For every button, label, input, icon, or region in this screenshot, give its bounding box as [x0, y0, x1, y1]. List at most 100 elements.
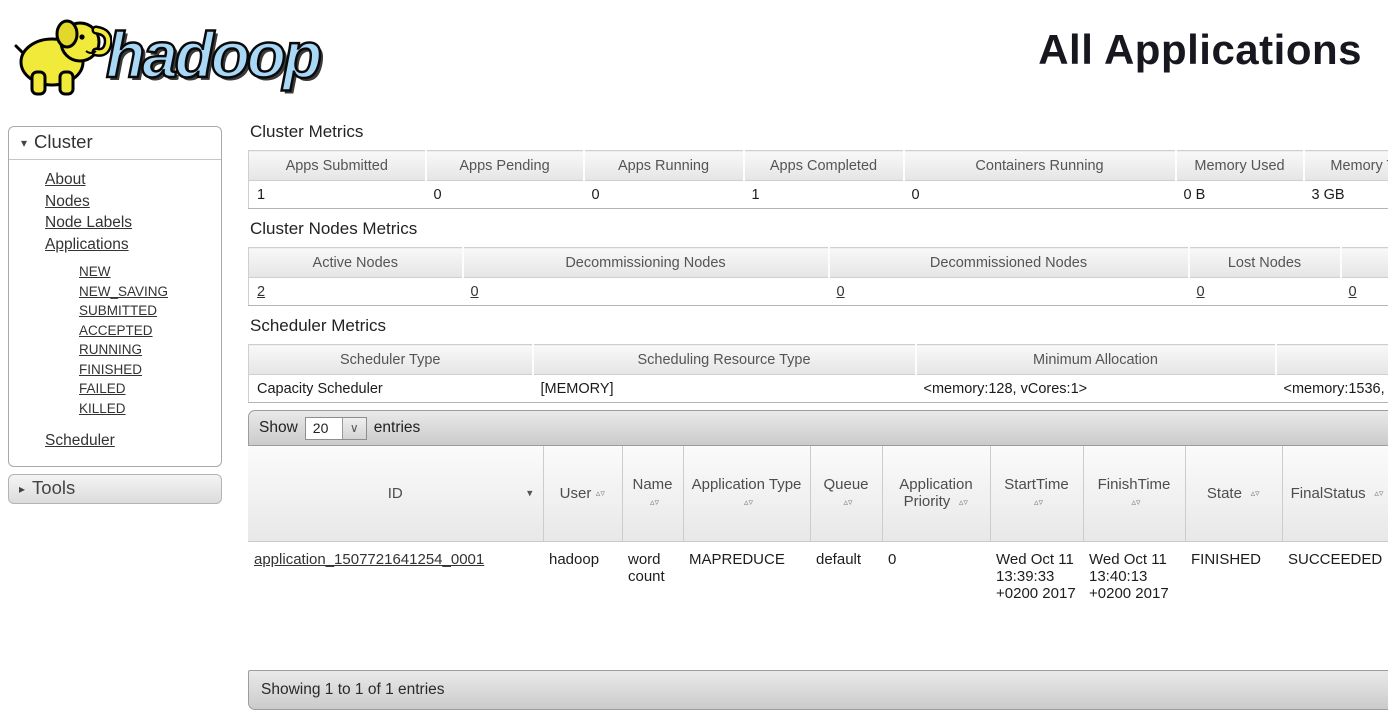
cluster-nodes-metrics-table: Active Nodes Decommissioning Nodes Decom…	[248, 247, 1388, 306]
entries-label: entries	[374, 419, 421, 437]
col-memory-used: Memory Used	[1176, 151, 1304, 181]
sort-icon: ▵▿	[595, 490, 605, 497]
yarn-all-applications-page: hadoop All Applications ▾ Cluster About N…	[0, 0, 1388, 712]
apps-running-value: 0	[584, 181, 744, 209]
decommissioned-nodes-link[interactable]: 0	[837, 284, 845, 300]
scheduler-metrics-value-row: Capacity Scheduler [MEMORY] <memory:128,…	[249, 375, 1388, 403]
tools-section-label: Tools	[32, 477, 75, 498]
cluster-nodes-value-row: 2 0 0 0 0	[249, 278, 1388, 306]
decommissioning-nodes-link[interactable]: 0	[471, 284, 479, 300]
show-label: Show	[259, 419, 298, 437]
application-id-link[interactable]: application_1507721641254_0001	[254, 551, 484, 568]
hadoop-elephant-icon	[8, 4, 112, 105]
col-header-state[interactable]: State ▵▿	[1185, 446, 1282, 541]
sidebar-item-scheduler[interactable]: Scheduler	[45, 432, 221, 450]
cluster-nav: About Nodes Node Labels Applications NEW…	[9, 160, 221, 418]
col-apps-submitted: Apps Submitted	[249, 151, 426, 181]
cluster-section-label: Cluster	[34, 131, 93, 152]
application-states-nav: NEW NEW_SAVING SUBMITTED ACCEPTED RUNNIN…	[79, 262, 221, 418]
sort-icon: ▵▿	[1131, 499, 1141, 506]
col-header-queue[interactable]: Queue ▵▿	[810, 446, 882, 541]
apps-pending-value: 0	[426, 181, 584, 209]
scheduler-type-value: Capacity Scheduler	[249, 375, 533, 403]
scheduler-metrics-table: Scheduler Type Scheduling Resource Type …	[248, 344, 1388, 403]
cluster-nodes-header-row: Active Nodes Decommissioning Nodes Decom…	[249, 248, 1388, 278]
apps-submitted-value: 1	[249, 181, 426, 209]
sidebar-item-applications[interactable]: Applications	[45, 234, 221, 256]
sort-desc-icon: ▾	[527, 487, 533, 500]
applications-table: ID▾ User▵▿ Name ▵▿ Application Type ▵▿ Q…	[248, 446, 1388, 664]
hadoop-logo: hadoop	[8, 4, 319, 105]
unhealthy-nodes-link[interactable]: 0	[1349, 284, 1357, 300]
sidebar: ▾ Cluster About Nodes Node Labels Applica…	[8, 126, 222, 504]
lost-nodes-link[interactable]: 0	[1197, 284, 1205, 300]
page-title: All Applications	[1038, 26, 1362, 74]
page-size-value: 20	[306, 418, 342, 439]
col-apps-pending: Apps Pending	[426, 151, 584, 181]
col-header-name[interactable]: Name ▵▿	[622, 446, 683, 541]
application-state: FINISHED	[1185, 541, 1282, 664]
showing-entries-text: Showing 1 to 1 of 1 entries	[261, 681, 445, 699]
containers-running-value: 0	[904, 181, 1176, 209]
col-apps-completed: Apps Completed	[744, 151, 904, 181]
application-finishtime: Wed Oct 11 13:40:13 +0200 2017	[1083, 541, 1185, 664]
caret-right-icon: ▸	[19, 482, 25, 496]
apps-completed-value: 1	[744, 181, 904, 209]
sidebar-item-state-submitted[interactable]: SUBMITTED	[79, 301, 221, 321]
col-scheduling-resource-type: Scheduling Resource Type	[533, 345, 916, 375]
col-decommissioning-nodes: Decommissioning Nodes	[463, 248, 829, 278]
active-nodes-link[interactable]: 2	[257, 284, 265, 300]
sidebar-item-nodes[interactable]: Nodes	[45, 191, 221, 213]
col-active-nodes: Active Nodes	[249, 248, 463, 278]
sort-icon: ▵▿	[843, 499, 853, 506]
memory-used-value: 0 B	[1176, 181, 1304, 209]
application-user: hadoop	[543, 541, 622, 664]
sidebar-item-node-labels[interactable]: Node Labels	[45, 212, 221, 234]
application-name: word count	[622, 541, 683, 664]
caret-down-icon: ▾	[21, 136, 27, 150]
sidebar-item-about[interactable]: About	[45, 169, 221, 191]
application-starttime: Wed Oct 11 13:39:33 +0200 2017	[990, 541, 1083, 664]
cluster-metrics-heading: Cluster Metrics	[250, 122, 1388, 142]
table-info-bar: Showing 1 to 1 of 1 entries	[248, 670, 1388, 710]
col-memory-total: Memory Total	[1304, 151, 1388, 181]
application-queue: default	[810, 541, 882, 664]
col-header-finalstatus[interactable]: FinalStatus ▵▿	[1282, 446, 1388, 541]
application-finalstatus: SUCCEEDED	[1282, 541, 1388, 664]
col-apps-running: Apps Running	[584, 151, 744, 181]
sort-icon: ▵▿	[650, 499, 660, 506]
sidebar-item-state-accepted[interactable]: ACCEPTED	[79, 321, 221, 341]
minimum-allocation-value: <memory:128, vCores:1>	[916, 375, 1276, 403]
application-type: MAPREDUCE	[683, 541, 810, 664]
sort-icon: ▵▿	[1034, 499, 1044, 506]
sidebar-cluster-section: ▾ Cluster About Nodes Node Labels Applica…	[8, 126, 222, 467]
col-header-application-priority[interactable]: Application Priority ▵▿	[882, 446, 990, 541]
col-header-id[interactable]: ID▾	[248, 446, 543, 541]
scheduler-metrics-heading: Scheduler Metrics	[250, 316, 1388, 336]
page-size-select[interactable]: 20 ∨	[305, 417, 367, 440]
scheduling-resource-type-value: [MEMORY]	[533, 375, 916, 403]
col-minimum-allocation: Minimum Allocation	[916, 345, 1276, 375]
col-header-finishtime[interactable]: FinishTime ▵▿	[1083, 446, 1185, 541]
hadoop-logo-text: hadoop	[106, 5, 319, 105]
sort-icon: ▵▿	[1250, 490, 1260, 497]
col-lost-nodes: Lost Nodes	[1189, 248, 1341, 278]
col-decommissioned-nodes: Decommissioned Nodes	[829, 248, 1189, 278]
sidebar-item-state-new-saving[interactable]: NEW_SAVING	[79, 282, 221, 302]
sidebar-item-state-finished[interactable]: FINISHED	[79, 360, 221, 380]
sidebar-item-state-killed[interactable]: KILLED	[79, 399, 221, 419]
application-row: application_1507721641254_0001 hadoop wo…	[248, 541, 1388, 664]
cluster-metrics-table: Apps Submitted Apps Pending Apps Running…	[248, 150, 1388, 209]
sidebar-item-state-failed[interactable]: FAILED	[79, 379, 221, 399]
cluster-accordion-header[interactable]: ▾ Cluster	[9, 127, 221, 160]
maximum-allocation-value: <memory:1536, vCores:4>	[1276, 375, 1388, 403]
col-maximum-allocation: Maximum Allocation	[1276, 345, 1388, 375]
sidebar-item-state-new[interactable]: NEW	[79, 262, 221, 282]
col-header-user[interactable]: User▵▿	[543, 446, 622, 541]
sidebar-item-state-running[interactable]: RUNNING	[79, 340, 221, 360]
col-header-starttime[interactable]: StartTime ▵▿	[990, 446, 1083, 541]
cluster-metrics-value-row: 1 0 0 1 0 0 B 3 GB	[249, 181, 1388, 209]
col-header-application-type[interactable]: Application Type ▵▿	[683, 446, 810, 541]
tools-accordion-header[interactable]: ▸ Tools	[8, 474, 222, 504]
col-scheduler-type: Scheduler Type	[249, 345, 533, 375]
